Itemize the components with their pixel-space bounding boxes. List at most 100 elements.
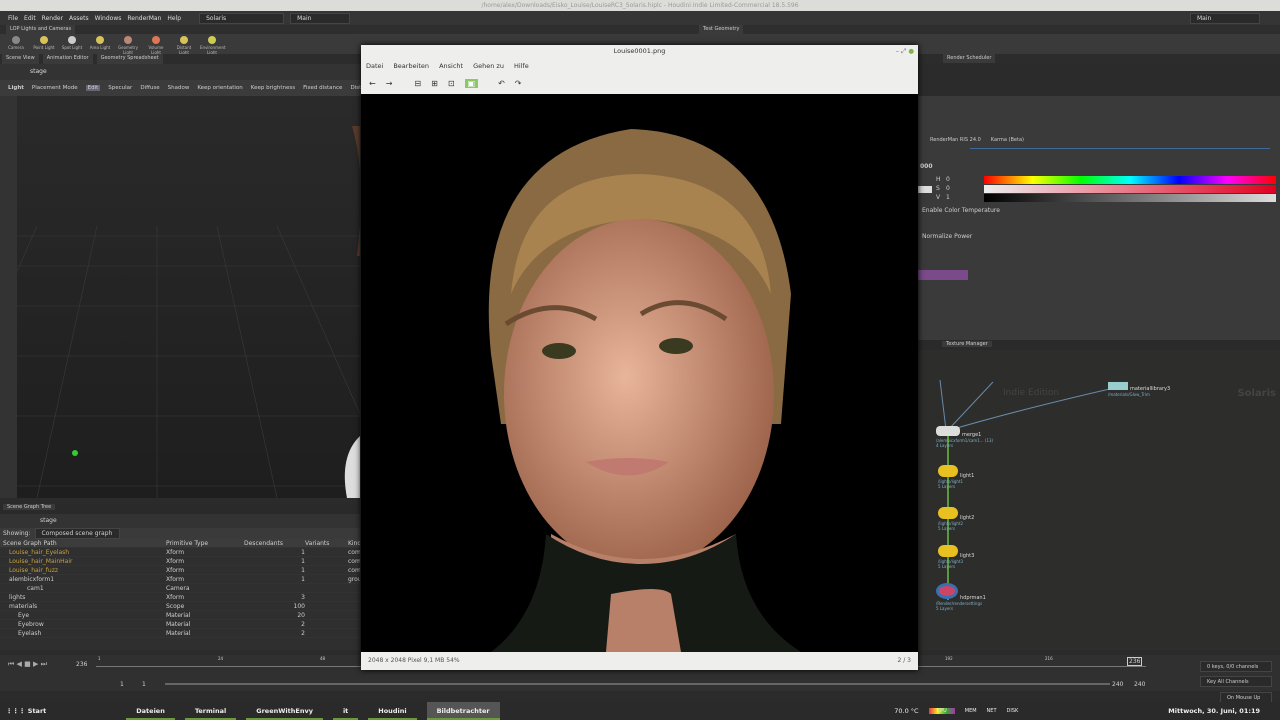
shelf-tab-test-geometry[interactable]: Test Geometry [699, 25, 744, 34]
table-row[interactable]: lights Xform 3 [0, 593, 360, 602]
v-field[interactable]: 1 [946, 194, 950, 201]
tab-scene-graph-tree[interactable]: Scene Graph Tree [3, 504, 56, 510]
table-row[interactable]: Louise_hair_Eyelash Xform 1 com [0, 548, 360, 557]
spot-light-tool[interactable]: Spot Light [60, 34, 84, 54]
playback-controls[interactable]: ⏮ ◀ ■ ▶ ⏭ [8, 660, 47, 669]
showing-select[interactable]: Composed scene graph [34, 528, 120, 539]
menu-windows[interactable]: Windows [95, 15, 122, 22]
table-row[interactable]: Eye Material 20 [0, 611, 360, 620]
menu-assets[interactable]: Assets [69, 15, 89, 22]
menu-datei[interactable]: Datei [366, 62, 383, 70]
h-field[interactable]: 0 [946, 176, 950, 183]
menu-gehen-zu[interactable]: Gehen zu [473, 62, 504, 70]
end-frame[interactable]: 240 [1134, 681, 1145, 688]
keep-orientation-checkbox[interactable]: Keep orientation [197, 85, 242, 91]
menu-file[interactable]: File [8, 15, 18, 22]
shelf-tab-lights[interactable]: LOP Lights and Cameras [6, 25, 76, 34]
node-light2[interactable]: light2/lights/light2 5 Layers [938, 507, 974, 531]
menu-render[interactable]: Render [42, 15, 63, 22]
area-light-tool[interactable]: Area Light [88, 34, 112, 54]
table-row[interactable]: Louise_hair_fuzz Xform 1 com [0, 566, 360, 575]
camera-tool[interactable]: Camera [4, 34, 28, 54]
network-editor[interactable]: Texture Manager Indie Edition Solaris ma… [918, 340, 1280, 650]
fixed-distance-checkbox[interactable]: Fixed distance [303, 85, 342, 91]
node-hdprman1[interactable]: hdprman1/Render/rendersettings 5 Layers [936, 583, 986, 611]
color-field[interactable] [918, 270, 968, 280]
task-greenwithenvy[interactable]: GreenWithEnvy [246, 702, 323, 720]
distant-light-tool[interactable]: Distant Light [172, 34, 196, 55]
shadow-button[interactable]: Shadow [168, 85, 190, 91]
tab-renderman[interactable]: RenderMan RIS 24.0 [926, 136, 985, 145]
table-row[interactable]: cam1 Camera [0, 584, 360, 593]
rotate-left-icon[interactable]: ↶ [498, 79, 505, 88]
node-light3[interactable]: light3/lights/light3 5 Layers [938, 545, 974, 569]
diffuse-button[interactable]: Diffuse [140, 85, 159, 91]
tab-render-scheduler[interactable]: Render Scheduler [943, 54, 996, 63]
geometry-light-tool[interactable]: Geometry Light [116, 34, 140, 55]
environment-light-tool[interactable]: Environment Light [200, 34, 226, 55]
col-path[interactable]: Scene Graph Path [0, 539, 166, 547]
keys-display[interactable]: 0 keys, 0/0 channels [1200, 661, 1272, 672]
main-select[interactable]: Main [1190, 12, 1260, 24]
start-button[interactable]: ⋮⋮⋮ Start [6, 707, 46, 715]
best-fit-icon[interactable]: ▣ [464, 78, 479, 88]
node-merge1[interactable]: merge1/alembicxform1/cam1... (13) 4 Layer… [936, 426, 993, 448]
menu-ansicht[interactable]: Ansicht [439, 62, 463, 70]
context-select[interactable]: Main [290, 12, 351, 24]
specular-button[interactable]: Specular [108, 85, 132, 91]
menu-hilfe[interactable]: Hilfe [514, 62, 529, 70]
task-houdini[interactable]: Houdini [368, 702, 417, 720]
col-type[interactable]: Primitive Type [166, 539, 244, 547]
menu-edit[interactable]: Edit [24, 15, 36, 22]
key-all-channels-button[interactable]: Key All Channels [1200, 676, 1272, 687]
tool-column[interactable] [0, 96, 17, 498]
hue-bar[interactable] [984, 176, 1276, 184]
clock[interactable]: Mittwoch, 30. Juni, 01:19 [1168, 707, 1260, 715]
s-field[interactable]: 0 [946, 185, 950, 192]
col-descendants[interactable]: Descendants [244, 539, 305, 547]
forward-icon[interactable]: → [386, 79, 393, 88]
task-terminal[interactable]: Terminal [184, 702, 237, 720]
window-controls[interactable]: – ⤢ ● [896, 45, 914, 58]
range-start[interactable]: 1 [142, 681, 146, 688]
node-light1[interactable]: light1/lights/light1 5 Layers [938, 465, 974, 489]
task-dateien[interactable]: Dateien [126, 702, 175, 720]
frame-marker[interactable]: 236 [1127, 657, 1143, 666]
rotate-right-icon[interactable]: ↷ [515, 79, 522, 88]
table-row[interactable]: alembicxform1 Xform 1 grou [0, 575, 360, 584]
zoom-in-icon[interactable]: ⊞ [431, 79, 438, 88]
back-icon[interactable]: ← [369, 79, 376, 88]
enable-color-temperature[interactable]: Enable Color Temperature [922, 207, 1000, 214]
table-row[interactable]: Eyebrow Material 2 [0, 620, 360, 629]
saturation-bar[interactable] [984, 185, 1276, 193]
value-field[interactable]: 000 [920, 163, 933, 170]
point-light-tool[interactable]: Point Light [32, 34, 56, 54]
keep-brightness-checkbox[interactable]: Keep brightness [251, 85, 295, 91]
3d-viewport[interactable] [17, 96, 360, 498]
range-slider[interactable] [165, 683, 1110, 685]
range-end[interactable]: 240 [1112, 681, 1123, 688]
menu-help[interactable]: Help [167, 15, 181, 22]
tab-karma[interactable]: Karma (Beta) [986, 136, 1028, 145]
normalize-power[interactable]: Normalize Power [922, 233, 972, 240]
path-stage[interactable]: stage [30, 68, 47, 75]
volume-light-tool[interactable]: Volume Light [144, 34, 168, 55]
current-frame[interactable]: 236 [76, 661, 87, 668]
tab-geometry-spreadsheet[interactable]: Geometry Spreadsheet [96, 54, 163, 64]
menu-renderman[interactable]: RenderMan [127, 15, 161, 22]
zoom-out-icon[interactable]: ⊟ [414, 79, 421, 88]
start-frame[interactable]: 1 [120, 681, 124, 688]
slider[interactable] [970, 148, 1270, 149]
table-row[interactable]: Eyelash Material 2 [0, 629, 360, 638]
task-bildbetrachter[interactable]: Bildbetrachter [426, 702, 500, 720]
edit-button[interactable]: Edit [85, 85, 101, 91]
color-swatch[interactable] [918, 186, 932, 193]
sgt-path[interactable]: stage [40, 517, 57, 524]
table-row[interactable]: materials Scope 100 [0, 602, 360, 611]
node-materiallibrary3[interactable]: materiallibrary3/materials/Glow_Trim [1108, 382, 1170, 397]
value-bar[interactable] [984, 194, 1276, 202]
fit-icon[interactable]: ⊡ [448, 79, 455, 88]
table-row[interactable]: Louise_hair_MainHair Xform 1 com [0, 557, 360, 566]
col-kind[interactable]: Kind [348, 539, 360, 547]
menu-bearbeiten[interactable]: Bearbeiten [393, 62, 429, 70]
